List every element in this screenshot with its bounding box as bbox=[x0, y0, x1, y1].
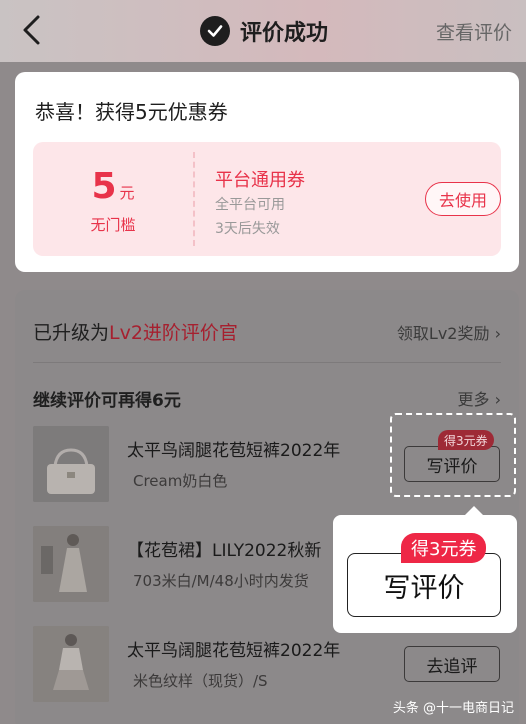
top-bar: 评价成功 查看评价 bbox=[0, 0, 526, 62]
level-name: Lv2进阶评价官 bbox=[109, 322, 238, 344]
product-variant: 703米白/M/48小时内发货 bbox=[133, 572, 309, 590]
product-thumbnail-outfit[interactable] bbox=[33, 626, 109, 702]
coupon-reward-badge: 得3元券 bbox=[438, 430, 494, 450]
guide-popup: 写评价 得3元券 bbox=[333, 515, 517, 633]
coupon-amount: 5 bbox=[91, 166, 117, 207]
congrats-text: 恭喜！获得5元优惠券 bbox=[35, 100, 228, 124]
product-title[interactable]: 【花苞裙】LILY2022秋新 bbox=[127, 536, 321, 561]
coupon-amount-unit: 元 bbox=[119, 184, 135, 202]
popup-coupon-badge: 得3元券 bbox=[401, 533, 487, 563]
chevron-right-icon: › bbox=[494, 390, 501, 409]
focus-highlight-frame bbox=[390, 413, 516, 497]
product-item: 太平鸟阔腿花苞短裤2022年 米色纹样（现货）/S 去追评 bbox=[33, 626, 501, 706]
more-link[interactable]: 更多 › bbox=[457, 386, 501, 410]
coupon-scope: 全平台可用 bbox=[215, 197, 285, 213]
coupon-amount-row: 5元 bbox=[33, 166, 193, 207]
level-upgrade-text: 已升级为Lv2进阶评价官 bbox=[33, 318, 238, 345]
coupon-value-section: 5元 无门槛 bbox=[33, 142, 193, 256]
coupon-name: 平台通用券 bbox=[215, 170, 305, 191]
coupon-expiry: 3天后失效 bbox=[215, 221, 280, 237]
page-title: 评价成功 bbox=[240, 21, 329, 46]
claim-level-reward-link[interactable]: 领取Lv2奖励 › bbox=[397, 320, 501, 344]
product-title[interactable]: 太平鸟阔腿花苞短裤2022年 bbox=[127, 636, 340, 661]
more-link-label: 更多 bbox=[457, 390, 490, 409]
coupon-ticket: 5元 无门槛 平台通用券 全平台可用 3天后失效 去使用 bbox=[33, 142, 501, 256]
product-thumbnail-dress[interactable] bbox=[33, 526, 109, 602]
coupon-threshold: 无门槛 bbox=[90, 216, 136, 234]
review-tasks-panel: 已升级为Lv2进阶评价官 领取Lv2奖励 › 继续评价可再得6元 更多 › 太平… bbox=[15, 290, 519, 724]
level-prefix: 已升级为 bbox=[33, 322, 110, 344]
use-coupon-button[interactable]: 去使用 bbox=[425, 182, 501, 216]
back-arrow-icon[interactable] bbox=[18, 14, 46, 46]
divider bbox=[33, 362, 501, 363]
product-variant: Cream奶白色 bbox=[133, 472, 228, 490]
check-circle-icon bbox=[200, 16, 230, 46]
view-review-link[interactable]: 查看评价 bbox=[436, 18, 512, 45]
continue-review-title: 继续评价可再得6元 bbox=[33, 391, 181, 411]
watermark: 头条 @十一电商日记 bbox=[392, 701, 514, 716]
claim-link-label: 领取Lv2奖励 bbox=[396, 324, 490, 343]
product-thumbnail-bag[interactable] bbox=[33, 426, 109, 502]
coupon-reward-card: 恭喜！获得5元优惠券 5元 无门槛 平台通用券 全平台可用 3天后失效 去使用 bbox=[15, 72, 519, 272]
chevron-right-icon: › bbox=[494, 324, 501, 343]
page-title-group: 评价成功 bbox=[200, 14, 328, 48]
product-title[interactable]: 太平鸟阔腿花苞短裤2022年 bbox=[127, 436, 340, 461]
coupon-divider bbox=[193, 152, 195, 246]
follow-up-review-button[interactable]: 去追评 bbox=[404, 646, 500, 682]
product-variant: 米色纹样（现货）/S bbox=[133, 672, 268, 690]
